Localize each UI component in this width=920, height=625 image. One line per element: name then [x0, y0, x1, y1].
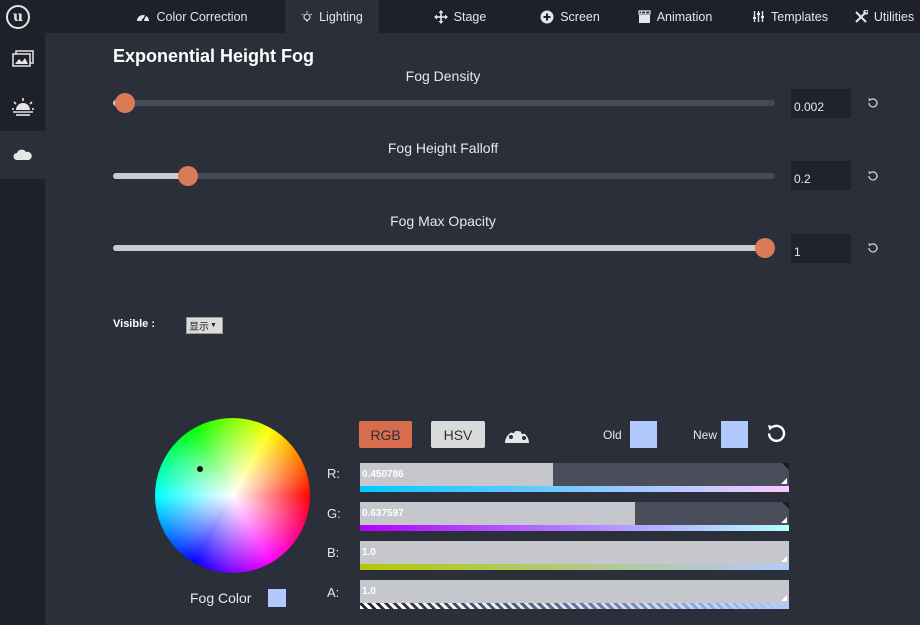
- sidebar-item-gallery[interactable]: [0, 35, 45, 83]
- caret-down-icon: ▼: [210, 322, 217, 329]
- tab-label: Utilities: [873, 9, 915, 24]
- fog-max-opacity-slider[interactable]: [113, 238, 776, 258]
- slider-thumb[interactable]: [755, 238, 776, 258]
- top-nav-bar: u Color Correction Lighting Stage Screen…: [0, 0, 920, 33]
- palette-icon[interactable]: [504, 423, 530, 445]
- fog-max-opacity-label: Fog Max Opacity: [390, 213, 496, 229]
- corner-marker: [781, 517, 787, 523]
- fog-color-label: Fog Color: [190, 590, 252, 606]
- corner-marker: [781, 478, 787, 484]
- green-channel-value: 0.637597: [362, 508, 404, 519]
- lightbulb-icon: [301, 10, 313, 21]
- blue-channel-label: B:: [327, 545, 340, 560]
- reset-color-icon[interactable]: [765, 422, 788, 445]
- tab-stage[interactable]: Stage: [420, 0, 500, 33]
- gauge-icon: [137, 14, 150, 22]
- section-title: Exponential Height Fog: [113, 46, 314, 66]
- channel-fill: [360, 541, 789, 564]
- alpha-channel-gradient-overlay: [360, 603, 789, 609]
- plus-circle-icon: [540, 10, 554, 23]
- red-channel-slider[interactable]: 0.450786: [360, 463, 789, 486]
- tab-label: Templates: [771, 9, 828, 24]
- slider-fill: [113, 245, 766, 251]
- corner-marker: [782, 502, 789, 509]
- blue-channel-value: 1.0: [362, 547, 376, 558]
- reset-icon[interactable]: [866, 241, 880, 255]
- green-channel-gradient: [360, 525, 789, 531]
- image-gallery-icon: [11, 50, 34, 67]
- old-color-swatch: [630, 421, 657, 448]
- fog-density-input[interactable]: [791, 89, 851, 118]
- old-color-label: Old: [603, 428, 622, 442]
- fog-height-falloff-slider[interactable]: [113, 166, 775, 186]
- corner-marker: [781, 595, 787, 601]
- blue-channel-gradient: [360, 564, 789, 570]
- slider-fill: [113, 173, 188, 179]
- red-channel-gradient: [360, 486, 789, 492]
- reset-icon[interactable]: [866, 96, 880, 110]
- tab-screen[interactable]: Screen: [530, 0, 610, 33]
- corner-marker: [781, 556, 787, 562]
- alpha-channel-label: A:: [327, 585, 340, 600]
- tab-label: Stage: [453, 9, 487, 24]
- sunrise-icon: [11, 98, 34, 116]
- fog-density-label: Fog Density: [405, 68, 481, 84]
- red-channel-value: 0.450786: [362, 469, 404, 480]
- tab-color-correction[interactable]: Color Correction: [122, 0, 262, 33]
- alpha-channel-value: 1.0: [362, 586, 376, 597]
- channel-fill: [360, 580, 789, 603]
- sidebar-item-sky[interactable]: [0, 83, 45, 131]
- fog-height-falloff-label: Fog Height Falloff: [387, 140, 499, 156]
- rgb-mode-button[interactable]: RGB: [359, 421, 412, 448]
- new-color-label: New: [693, 428, 718, 442]
- clapperboard-icon: [638, 9, 651, 23]
- tools-icon: [855, 9, 868, 23]
- visible-label: Visible :: [113, 318, 155, 330]
- tab-label: Screen: [560, 9, 600, 24]
- fog-color-swatch: [268, 589, 286, 607]
- green-channel-slider[interactable]: 0.637597: [360, 502, 789, 525]
- color-wheel[interactable]: [155, 418, 310, 573]
- fog-density-slider[interactable]: [113, 93, 775, 113]
- new-color-swatch: [721, 421, 748, 448]
- reset-icon[interactable]: [866, 169, 880, 183]
- sidebar: [0, 33, 45, 625]
- tab-utilities[interactable]: Utilities: [848, 0, 920, 33]
- cloud-icon: [13, 149, 32, 160]
- tab-label: Lighting: [319, 9, 363, 24]
- blue-channel-slider[interactable]: 1.0: [360, 541, 789, 564]
- corner-marker: [782, 463, 789, 470]
- visible-value: 显示: [189, 322, 209, 333]
- red-channel-label: R:: [327, 466, 340, 481]
- sidebar-item-fog[interactable]: [0, 131, 45, 179]
- visible-dropdown[interactable]: 显示 ▼: [186, 317, 223, 334]
- hsv-mode-button[interactable]: HSV: [431, 421, 485, 448]
- slider-thumb[interactable]: [114, 93, 135, 113]
- move-icon: [433, 9, 448, 24]
- sliders-icon: [753, 11, 764, 22]
- fog-max-opacity-input[interactable]: [791, 234, 851, 263]
- color-wheel-marker[interactable]: [197, 466, 203, 472]
- tab-label: Color Correction: [156, 9, 248, 24]
- alpha-channel-slider[interactable]: 1.0: [360, 580, 789, 603]
- tab-templates[interactable]: Templates: [742, 0, 838, 33]
- fog-height-falloff-input[interactable]: [791, 161, 851, 190]
- slider-thumb[interactable]: [177, 166, 198, 186]
- tab-animation[interactable]: Animation: [630, 0, 720, 33]
- unreal-logo-icon: u: [6, 5, 30, 29]
- green-channel-label: G:: [327, 506, 341, 521]
- tab-lighting[interactable]: Lighting: [285, 0, 379, 33]
- tab-label: Animation: [656, 9, 713, 24]
